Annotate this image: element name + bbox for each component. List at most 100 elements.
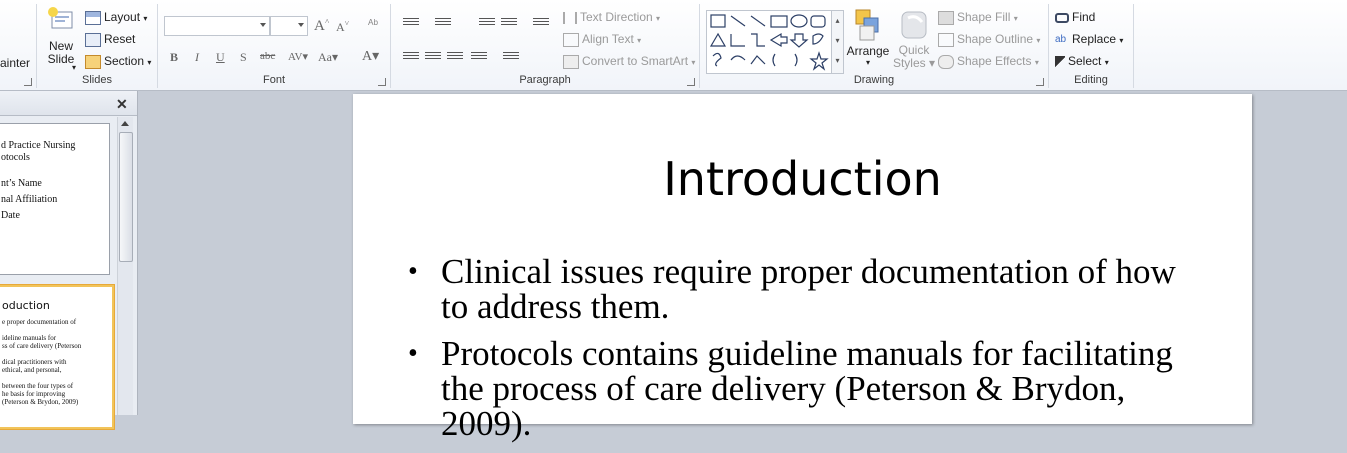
replace-icon: ab [1055, 33, 1067, 45]
justify-icon[interactable] [471, 52, 487, 64]
increase-indent-icon[interactable] [501, 18, 517, 30]
font-size-combo[interactable] [270, 16, 308, 36]
thumb1-line: nt’s Name [1, 178, 42, 189]
bullet-item: • Protocols contains guideline manuals fo… [408, 336, 1208, 441]
find-label: Find [1072, 10, 1096, 24]
chevron-down-icon: ▾ [1013, 14, 1018, 23]
grow-font-icon[interactable]: A˄ [314, 17, 329, 35]
character-spacing-icon[interactable]: AV▾ [288, 50, 308, 63]
section-icon [85, 54, 101, 69]
line-spacing-icon[interactable] [533, 18, 549, 30]
shape-outline-button[interactable]: Shape Outline ▾ [938, 32, 1040, 47]
text-direction-label: Text Direction [580, 10, 653, 24]
clipboard-launcher-icon[interactable] [24, 78, 32, 86]
chevron-down-icon: ▾ [72, 63, 77, 72]
format-painter-button[interactable]: ainter [0, 56, 30, 70]
select-label: Select [1068, 54, 1102, 68]
slide-thumbnail-2[interactable]: oduction e proper documentation of ideli… [0, 285, 114, 429]
editing-group-label: Editing [1074, 74, 1108, 86]
bullet-icon: • [408, 256, 418, 287]
binoculars-icon [1055, 12, 1069, 23]
smartart-icon [563, 54, 579, 69]
thumb1-line: otocols [1, 152, 30, 163]
thumb2-line: dical practitioners with [2, 358, 67, 366]
chevron-down-icon: ▾ [1104, 58, 1109, 67]
text-direction-button[interactable]: Text Direction ▾ [563, 10, 660, 24]
paint-bucket-icon [938, 10, 954, 25]
find-button[interactable]: Find [1055, 10, 1095, 24]
thumb2-line: he basis for improving [2, 390, 66, 398]
quick-styles-button[interactable]: Quick Styles ▾ [892, 8, 936, 70]
scrollbar-thumb[interactable] [119, 132, 133, 262]
shapes-icon [709, 14, 829, 71]
shape-fill-button[interactable]: Shape Fill ▾ [938, 10, 1018, 25]
align-left-icon[interactable] [403, 52, 419, 64]
reset-button[interactable]: Reset [85, 32, 135, 47]
bullet-text: Clinical issues require proper documenta… [441, 252, 1176, 326]
thumb1-line: d Practice Nursing [1, 140, 76, 151]
chevron-down-icon: ▾ [143, 14, 148, 23]
numbering-icon[interactable] [435, 18, 451, 30]
chevron-down-icon [298, 23, 304, 27]
text-direction-icon [563, 11, 577, 24]
slides-panel: ✕ d Practice Nursing otocols nt’s Name n… [0, 91, 138, 429]
thumb1-line: Date [1, 210, 20, 221]
drawing-group-label: Drawing [853, 74, 895, 86]
thumb2-title: oduction [2, 299, 50, 312]
font-name-combo[interactable] [164, 16, 270, 36]
scroll-up-icon[interactable] [121, 121, 129, 126]
arrange-button[interactable]: Arrange ▾ [846, 8, 890, 67]
slide-canvas[interactable]: Introduction • Clinical issues require pr… [353, 94, 1252, 441]
slide-title[interactable]: Introduction [353, 152, 1252, 206]
slides-panel-scrollbar[interactable] [117, 117, 133, 415]
replace-label: Replace [1072, 32, 1117, 46]
select-button[interactable]: Select ▾ [1055, 54, 1109, 68]
align-center-icon[interactable] [425, 52, 441, 64]
drawing-launcher-icon[interactable] [1036, 78, 1044, 86]
section-button[interactable]: Section ▾ [85, 54, 151, 69]
new-slide-button[interactable]: New Slide ▾ [43, 6, 79, 74]
gallery-scroll[interactable]: ▴ ▾ ▾ [831, 11, 843, 73]
align-text-button[interactable]: Align Text ▾ [563, 32, 641, 47]
editing-group: Find ab Replace ▾ Select ▾ Editing [1049, 4, 1134, 88]
slides-group: New Slide ▾ Layout ▾ Reset Section ▾ Sli… [37, 4, 158, 88]
bullets-icon[interactable] [403, 18, 419, 30]
drawing-group: ▴ ▾ ▾ Arrange ▾ Quick Styles ▾ Shape Fill … [700, 4, 1049, 88]
shape-effects-button[interactable]: Shape Effects ▾ [938, 54, 1039, 69]
bullet-item: • Clinical issues require proper document… [408, 254, 1208, 324]
thumb2-line: (Peterson & Brydon, 2009) [2, 398, 79, 406]
decrease-indent-icon[interactable] [479, 18, 495, 30]
slides-group-label: Slides [82, 74, 112, 86]
replace-button[interactable]: ab Replace ▾ [1055, 32, 1123, 46]
columns-icon[interactable] [503, 52, 519, 64]
italic-icon[interactable]: I [195, 50, 199, 65]
bold-icon[interactable]: B [170, 50, 178, 65]
change-case-icon[interactable]: Aa▾ [318, 50, 338, 65]
align-text-icon [563, 32, 579, 47]
close-icon[interactable]: ✕ [116, 96, 128, 113]
underline-icon[interactable]: U [216, 50, 225, 65]
shapes-gallery[interactable]: ▴ ▾ ▾ [706, 10, 844, 74]
layout-button[interactable]: Layout ▾ [85, 10, 147, 25]
quick-styles-icon [901, 11, 927, 39]
chevron-down-icon: ▾ [637, 36, 642, 45]
slide-body[interactable]: • Clinical issues require proper document… [408, 254, 1208, 453]
shrink-font-icon[interactable]: A˅ [336, 19, 349, 35]
chevron-down-icon: ▾ [1119, 36, 1124, 45]
paragraph-launcher-icon[interactable] [687, 78, 695, 86]
clear-formatting-icon[interactable]: ᴬᵇ [368, 17, 378, 31]
font-color-icon[interactable]: A▾ [362, 48, 379, 65]
chevron-down-icon: ▾ [865, 58, 870, 67]
reset-label: Reset [104, 32, 136, 46]
strikethrough-icon[interactable]: abc [260, 50, 275, 62]
align-text-label: Align Text [582, 32, 634, 46]
convert-smartart-button[interactable]: Convert to SmartArt ▾ [563, 54, 695, 69]
align-right-icon[interactable] [447, 52, 463, 64]
font-launcher-icon[interactable] [378, 78, 386, 86]
format-painter-label: ainter [0, 56, 31, 70]
shape-effects-label: Shape Effects [957, 54, 1032, 68]
slide-thumbnail-1[interactable]: d Practice Nursing otocols nt’s Name nal… [0, 123, 110, 275]
shadow-icon[interactable]: S [240, 50, 247, 65]
chevron-down-icon: ▾ [656, 14, 661, 23]
reset-icon [85, 32, 101, 47]
